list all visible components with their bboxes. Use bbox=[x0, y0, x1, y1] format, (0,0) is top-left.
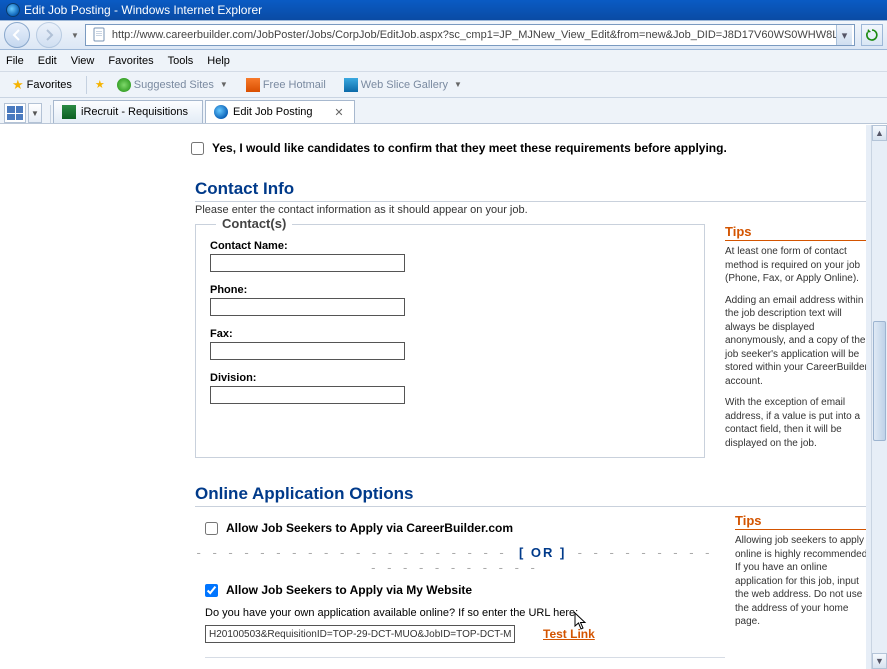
apply-careerbuilder-checkbox[interactable] bbox=[205, 522, 218, 535]
page-content: Yes, I would like candidates to confirm … bbox=[0, 125, 882, 669]
menu-view[interactable]: View bbox=[71, 55, 95, 67]
menu-file[interactable]: File bbox=[6, 55, 24, 67]
forward-button[interactable] bbox=[36, 22, 62, 48]
chevron-down-icon: ▼ bbox=[220, 80, 228, 89]
tab-label: Edit Job Posting bbox=[233, 106, 313, 118]
division-label: Division: bbox=[210, 372, 690, 384]
web-slice-link[interactable]: Web Slice Gallery ▼ bbox=[338, 76, 468, 94]
suggested-sites-link[interactable]: Suggested Sites ▼ bbox=[111, 76, 234, 94]
address-input[interactable] bbox=[112, 29, 836, 41]
tips-paragraph: Adding an email address within the job d… bbox=[725, 294, 875, 389]
nav-toolbar: ▼ ▾ bbox=[0, 20, 887, 50]
careerbuilder-icon bbox=[214, 105, 228, 119]
close-icon[interactable]: ✕ bbox=[332, 105, 346, 119]
window-title: Edit Job Posting - Windows Internet Expl… bbox=[24, 3, 262, 17]
apply-careerbuilder-label: Allow Job Seekers to Apply via CareerBui… bbox=[226, 521, 513, 535]
suggested-label: Suggested Sites bbox=[134, 79, 214, 91]
separator bbox=[86, 76, 87, 94]
free-hotmail-link[interactable]: Free Hotmail bbox=[240, 76, 332, 94]
vertical-scrollbar[interactable]: ▲ ▼ bbox=[871, 125, 887, 669]
confirm-requirements-label: Yes, I would like candidates to confirm … bbox=[212, 141, 727, 155]
fax-label: Fax: bbox=[210, 328, 690, 340]
contacts-legend: Contact(s) bbox=[216, 216, 292, 231]
tab-edit-job-posting[interactable]: Edit Job Posting ✕ bbox=[205, 100, 355, 123]
chevron-down-icon: ▼ bbox=[454, 80, 462, 89]
tab-list-dropdown[interactable]: ▼ bbox=[28, 103, 42, 123]
tips-paragraph: Allowing job seekers to apply online is … bbox=[735, 534, 875, 629]
slice-icon bbox=[344, 78, 358, 92]
address-bar[interactable]: ▾ bbox=[85, 24, 855, 46]
separator bbox=[50, 105, 51, 123]
address-dropdown[interactable]: ▾ bbox=[836, 25, 852, 45]
scroll-up-arrow[interactable]: ▲ bbox=[872, 125, 887, 141]
slice-label: Web Slice Gallery bbox=[361, 79, 448, 91]
division-input[interactable] bbox=[210, 386, 405, 404]
contact-name-input[interactable] bbox=[210, 254, 405, 272]
test-link[interactable]: Test Link bbox=[543, 627, 595, 641]
favorites-toolbar: ★ Favorites ★ Suggested Sites ▼ Free Hot… bbox=[0, 72, 887, 98]
online-application-heading: Online Application Options bbox=[195, 484, 875, 507]
star-small-icon: ★ bbox=[95, 78, 105, 91]
favorites-button[interactable]: ★ Favorites bbox=[6, 75, 78, 95]
url-question: Do you have your own application availab… bbox=[205, 607, 715, 619]
menu-favorites[interactable]: Favorites bbox=[108, 55, 153, 67]
contact-info-heading: Contact Info bbox=[195, 179, 875, 202]
refresh-button[interactable] bbox=[861, 24, 883, 46]
apply-mywebsite-label: Allow Job Seekers to Apply via My Websit… bbox=[226, 583, 472, 597]
phone-input[interactable] bbox=[210, 298, 405, 316]
menu-tools[interactable]: Tools bbox=[168, 55, 194, 67]
favorites-label: Favorites bbox=[27, 79, 72, 91]
confirm-requirements-checkbox[interactable] bbox=[191, 142, 204, 155]
tips-heading: Tips bbox=[735, 513, 875, 530]
tips-text: At least one form of contact method is r… bbox=[725, 245, 875, 450]
tips-heading: Tips bbox=[725, 224, 875, 241]
scroll-track[interactable] bbox=[872, 141, 887, 653]
fax-input[interactable] bbox=[210, 342, 405, 360]
or-divider: - - - - - - - - - - - - - - - - - - - - … bbox=[195, 545, 715, 575]
ie-icon bbox=[6, 3, 20, 17]
phone-label: Phone: bbox=[210, 284, 690, 296]
menu-bar: File Edit View Favorites Tools Help bbox=[0, 50, 887, 72]
page-icon bbox=[92, 27, 108, 43]
hotmail-label: Free Hotmail bbox=[263, 79, 326, 91]
contact-name-label: Contact Name: bbox=[210, 240, 690, 252]
back-button[interactable] bbox=[4, 22, 30, 48]
tab-irecruit[interactable]: iRecruit - Requisitions bbox=[53, 100, 203, 123]
apply-mywebsite-checkbox[interactable] bbox=[205, 584, 218, 597]
scroll-down-arrow[interactable]: ▼ bbox=[872, 653, 887, 669]
tips-text: Allowing job seekers to apply online is … bbox=[735, 534, 875, 629]
scroll-thumb[interactable] bbox=[873, 321, 886, 441]
menu-help[interactable]: Help bbox=[207, 55, 230, 67]
tips-paragraph: At least one form of contact method is r… bbox=[725, 245, 875, 286]
nav-history-dropdown[interactable]: ▼ bbox=[71, 31, 79, 40]
recruit-icon bbox=[62, 105, 76, 119]
globe-icon bbox=[117, 78, 131, 92]
quick-tabs-button[interactable] bbox=[4, 103, 26, 123]
menu-edit[interactable]: Edit bbox=[38, 55, 57, 67]
tab-bar: ▼ iRecruit - Requisitions Edit Job Posti… bbox=[0, 98, 887, 124]
contact-info-subtext: Please enter the contact information as … bbox=[195, 204, 875, 216]
star-icon: ★ bbox=[12, 77, 24, 93]
application-url-input[interactable] bbox=[205, 625, 515, 643]
tips-paragraph: With the exception of email address, if … bbox=[725, 396, 875, 450]
window-title-bar: Edit Job Posting - Windows Internet Expl… bbox=[0, 0, 887, 20]
hotmail-icon bbox=[246, 78, 260, 92]
tab-label: iRecruit - Requisitions bbox=[81, 106, 188, 118]
